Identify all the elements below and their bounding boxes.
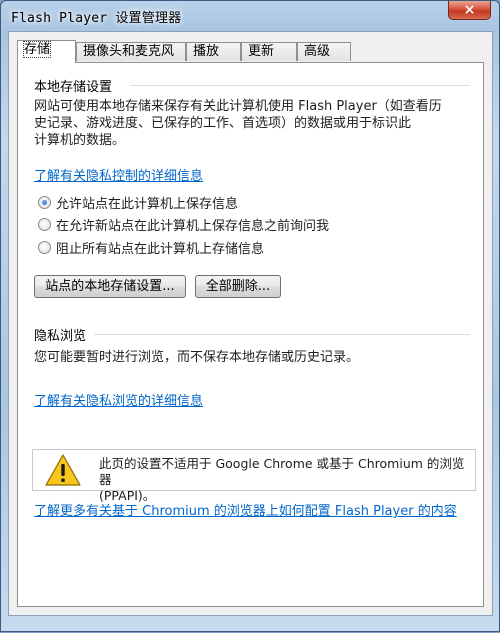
- dialog-client-area: 存储 摄像头和麦克风 播放 更新 高级 本地存储设置 网站可使用本地存储来保存有…: [8, 31, 493, 616]
- tab-camera-microphone-label: 摄像头和麦克风: [83, 44, 175, 59]
- tab-playback-label: 播放: [193, 44, 220, 59]
- window-title: Flash Player 设置管理器: [11, 11, 182, 26]
- description-line-2: 史记录、游戏进度、已保存的工作、首选项）的数据或用于标识此: [34, 116, 412, 131]
- radio-button[interactable]: [38, 217, 51, 231]
- radio-button[interactable]: [38, 240, 51, 254]
- site-storage-settings-button[interactable]: 站点的本地存储设置...: [34, 275, 186, 298]
- radio-button-checked[interactable]: [38, 195, 51, 209]
- close-button[interactable]: ×: [448, 1, 491, 20]
- storage-panel: 本地存储设置 网站可使用本地存储来保存有关此计算机使用 Flash Player…: [17, 62, 484, 607]
- chrome-notice-box: 此页的设置不适用于 Google Chrome 或基于 Chromium 的浏览…: [32, 449, 476, 503]
- tab-updates-label: 更新: [248, 44, 275, 59]
- description-line-3: 计算机的数据。: [34, 133, 126, 148]
- radio-block-label: 阻止所有站点在此计算机上存储信息: [56, 241, 265, 257]
- chromium-config-link[interactable]: 了解更多有关基于 Chromium 的浏览器上如何配置 Flash Player…: [34, 500, 457, 519]
- tab-camera-microphone[interactable]: 摄像头和麦克风: [76, 42, 186, 61]
- local-storage-description: 网站可使用本地存储来保存有关此计算机使用 Flash Player（如查看历 史…: [34, 98, 464, 149]
- section-divider: [94, 334, 470, 335]
- notice-line-1: 此页的设置不适用于 Google Chrome 或基于 Chromium 的浏览…: [99, 456, 465, 487]
- radio-allow-label: 允许站点在此计算机上保存信息: [56, 196, 239, 212]
- tab-storage[interactable]: 存储: [17, 40, 76, 63]
- tab-storage-label: 存储: [22, 41, 52, 58]
- tab-updates[interactable]: 更新: [241, 42, 297, 61]
- window-bottom-frame: [1, 616, 500, 633]
- local-storage-heading: 本地存储设置: [34, 80, 113, 95]
- radio-ask-before-storage[interactable]: 在允许新站点在此计算机上保存信息之前询问我: [38, 215, 330, 234]
- private-browsing-link[interactable]: 了解有关隐私浏览的详细信息: [34, 390, 203, 409]
- radio-allow-storage[interactable]: 允许站点在此计算机上保存信息: [38, 193, 239, 212]
- section-divider: [130, 85, 470, 86]
- title-bar[interactable]: Flash Player 设置管理器 ×: [1, 1, 499, 31]
- tab-playback[interactable]: 播放: [186, 42, 241, 61]
- delete-all-button[interactable]: 全部删除...: [195, 275, 281, 298]
- radio-block-storage[interactable]: 阻止所有站点在此计算机上存储信息: [38, 238, 265, 257]
- private-browsing-heading: 隐私浏览: [34, 329, 87, 344]
- tab-advanced[interactable]: 高级: [297, 42, 351, 61]
- radio-ask-label: 在允许新站点在此计算机上保存信息之前询问我: [56, 218, 330, 234]
- tab-advanced-label: 高级: [304, 44, 331, 59]
- private-browsing-description: 您可能要暂时进行浏览，而不保存本地存储或历史记录。: [34, 350, 360, 365]
- warning-icon: [45, 454, 81, 486]
- privacy-controls-link[interactable]: 了解有关隐私控制的详细信息: [34, 165, 203, 184]
- description-line-1: 网站可使用本地存储来保存有关此计算机使用 Flash Player（如查看历: [34, 99, 442, 114]
- settings-window: Flash Player 设置管理器 × 存储 摄像头和麦克风 播放 更新 高级…: [0, 0, 500, 632]
- chrome-notice-text: 此页的设置不适用于 Google Chrome 或基于 Chromium 的浏览…: [99, 456, 471, 504]
